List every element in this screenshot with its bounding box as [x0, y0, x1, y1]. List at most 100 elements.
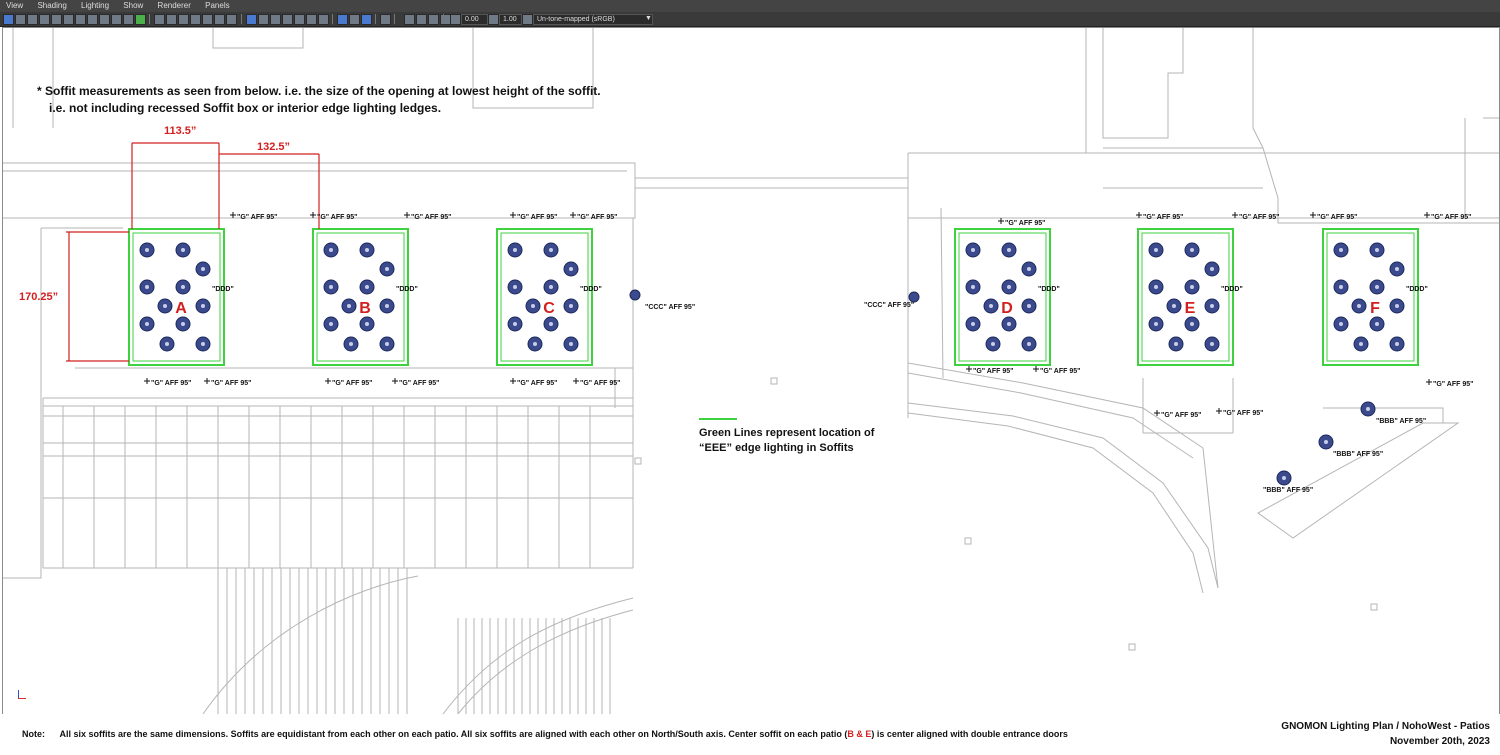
- g-fixture-label: "G" AFF 95": [1433, 381, 1473, 388]
- wall-line: [1202, 447, 1219, 589]
- footer-note-suffix: ) is center aligned with double entrance…: [871, 729, 1068, 739]
- sheet-footer: Note: All six soffits are the same dimen…: [0, 714, 1500, 755]
- light-icon[interactable]: [27, 14, 38, 25]
- ambient-occlusion-icon[interactable]: [318, 14, 329, 25]
- select-tool-icon[interactable]: [3, 14, 14, 25]
- soffit-note-line1: * Soffit measurements as seen from below…: [37, 84, 601, 98]
- active-toggle-icon[interactable]: [135, 14, 146, 25]
- downlight-lens: [145, 248, 149, 252]
- snap-icon[interactable]: [75, 14, 86, 25]
- downlight-lens: [181, 285, 185, 289]
- g-fixture: "G" AFF 95": [570, 212, 617, 221]
- bbb-fixture-label: "BBB" AFF 95": [1263, 487, 1313, 494]
- bbb-fixture-lens: [1282, 476, 1286, 480]
- xray-active-icon[interactable]: [428, 14, 439, 25]
- xray-icon[interactable]: [87, 14, 98, 25]
- downlight-lens: [347, 304, 351, 308]
- wireframe-on-shaded-icon[interactable]: [270, 14, 281, 25]
- menu-renderer[interactable]: Renderer: [158, 0, 191, 12]
- downlight-lens: [1210, 304, 1214, 308]
- legend-text-line2: “EEE” edge lighting in Soffits: [699, 442, 854, 454]
- downlight-lens: [1359, 342, 1363, 346]
- bookmark-icon[interactable]: [39, 14, 50, 25]
- image-plane-icon[interactable]: [51, 14, 62, 25]
- g-fixture-label: "G" AFF 95": [1143, 214, 1183, 221]
- menu-lighting[interactable]: Lighting: [81, 0, 109, 12]
- downlight-lens: [1210, 342, 1214, 346]
- g-fixture-label: "G" AFF 95": [411, 214, 451, 221]
- column-marker: [1128, 643, 1136, 651]
- footer-note-prefix: Note:: [22, 729, 45, 739]
- bbb-fixture-lens: [1324, 440, 1328, 444]
- plan-linework: [3, 28, 1499, 714]
- anti-aliasing-icon[interactable]: [361, 14, 372, 25]
- colorspace-icon[interactable]: [522, 14, 533, 25]
- column-marker: [1370, 603, 1378, 611]
- g-fixture: "G" AFF 95": [325, 378, 372, 387]
- isolate-icon[interactable]: [63, 14, 74, 25]
- resolution-gate-icon[interactable]: [154, 14, 165, 25]
- g-fixture: "G" AFF 95": [1216, 408, 1263, 417]
- g-fixture-label: "G" AFF 95": [1223, 410, 1263, 417]
- grid-icon[interactable]: [123, 14, 134, 25]
- all-lights-icon[interactable]: [294, 14, 305, 25]
- depth-of-field-icon[interactable]: [380, 14, 391, 25]
- menu-shading[interactable]: Shading: [37, 0, 66, 12]
- wireframe-icon[interactable]: [246, 14, 257, 25]
- field-chart-icon[interactable]: [178, 14, 189, 25]
- downlight-lens: [163, 304, 167, 308]
- downlight-lens: [385, 304, 389, 308]
- joints-icon[interactable]: [111, 14, 122, 25]
- textured-icon[interactable]: [282, 14, 293, 25]
- gamma-field[interactable]: 1.00: [499, 14, 522, 25]
- footer-note-highlight: B & E: [847, 729, 872, 739]
- wall-line: [907, 402, 1219, 589]
- motion-blur-icon[interactable]: [349, 14, 360, 25]
- ddd-fixture-label: "DDD": [1406, 286, 1428, 293]
- downlight-lens: [1154, 248, 1158, 252]
- film-gate-icon[interactable]: [166, 14, 177, 25]
- legend-text-line1: Green Lines represent location of: [699, 427, 875, 439]
- g-fixture: "G" AFF 95": [230, 212, 277, 221]
- downlight-lens: [349, 342, 353, 346]
- shaded-icon[interactable]: [258, 14, 269, 25]
- soffit-c: C "DDD": [496, 228, 602, 366]
- column-marker: [770, 377, 778, 385]
- shadows-icon[interactable]: [306, 14, 317, 25]
- viewport[interactable]: A "DDD" B "DDD" C "DDD" D "DDD" E "DDD" F "DDD" "G"…: [2, 27, 1500, 715]
- downlight-lens: [1395, 342, 1399, 346]
- exposure-icon[interactable]: [450, 14, 461, 25]
- isolate-select-icon[interactable]: [404, 14, 415, 25]
- camera-icon[interactable]: [15, 14, 26, 25]
- g-fixture-label: "G" AFF 95": [211, 380, 251, 387]
- safe-action-icon[interactable]: [190, 14, 201, 25]
- chevron-down-icon[interactable]: ▼: [645, 15, 652, 22]
- backface-icon[interactable]: [99, 14, 110, 25]
- legend-green-line: [699, 418, 737, 420]
- g-fixture: "G" AFF 95": [144, 378, 191, 387]
- xray-joints-icon[interactable]: [416, 14, 427, 25]
- wall-line: [1103, 147, 1499, 224]
- hud-icon[interactable]: [214, 14, 225, 25]
- screen-space-icon[interactable]: [337, 14, 348, 25]
- pan-zoom-icon[interactable]: [226, 14, 237, 25]
- exposure-field[interactable]: 0.00: [461, 14, 488, 25]
- colorspace-dropdown[interactable]: Un-tone-mapped (sRGB): [533, 14, 653, 25]
- column-marker: [964, 537, 972, 545]
- g-fixture-label: "G" AFF 95": [1239, 214, 1279, 221]
- downlight-lens: [365, 285, 369, 289]
- ddd-fixture-label: "DDD": [580, 286, 602, 293]
- menu-panels[interactable]: Panels: [205, 0, 229, 12]
- downlight-lens: [513, 322, 517, 326]
- gamma-icon[interactable]: [488, 14, 499, 25]
- soffit-letter: D: [1001, 300, 1013, 317]
- downlight-lens: [1395, 304, 1399, 308]
- downlight-lens: [1172, 304, 1176, 308]
- menu-show[interactable]: Show: [123, 0, 143, 12]
- downlight-lens: [1027, 267, 1031, 271]
- safe-title-icon[interactable]: [202, 14, 213, 25]
- menu-view[interactable]: View: [6, 0, 23, 12]
- downlight-lens: [1174, 342, 1178, 346]
- g-fixture-label: "G" AFF 95": [580, 380, 620, 387]
- downlight-lens: [1027, 304, 1031, 308]
